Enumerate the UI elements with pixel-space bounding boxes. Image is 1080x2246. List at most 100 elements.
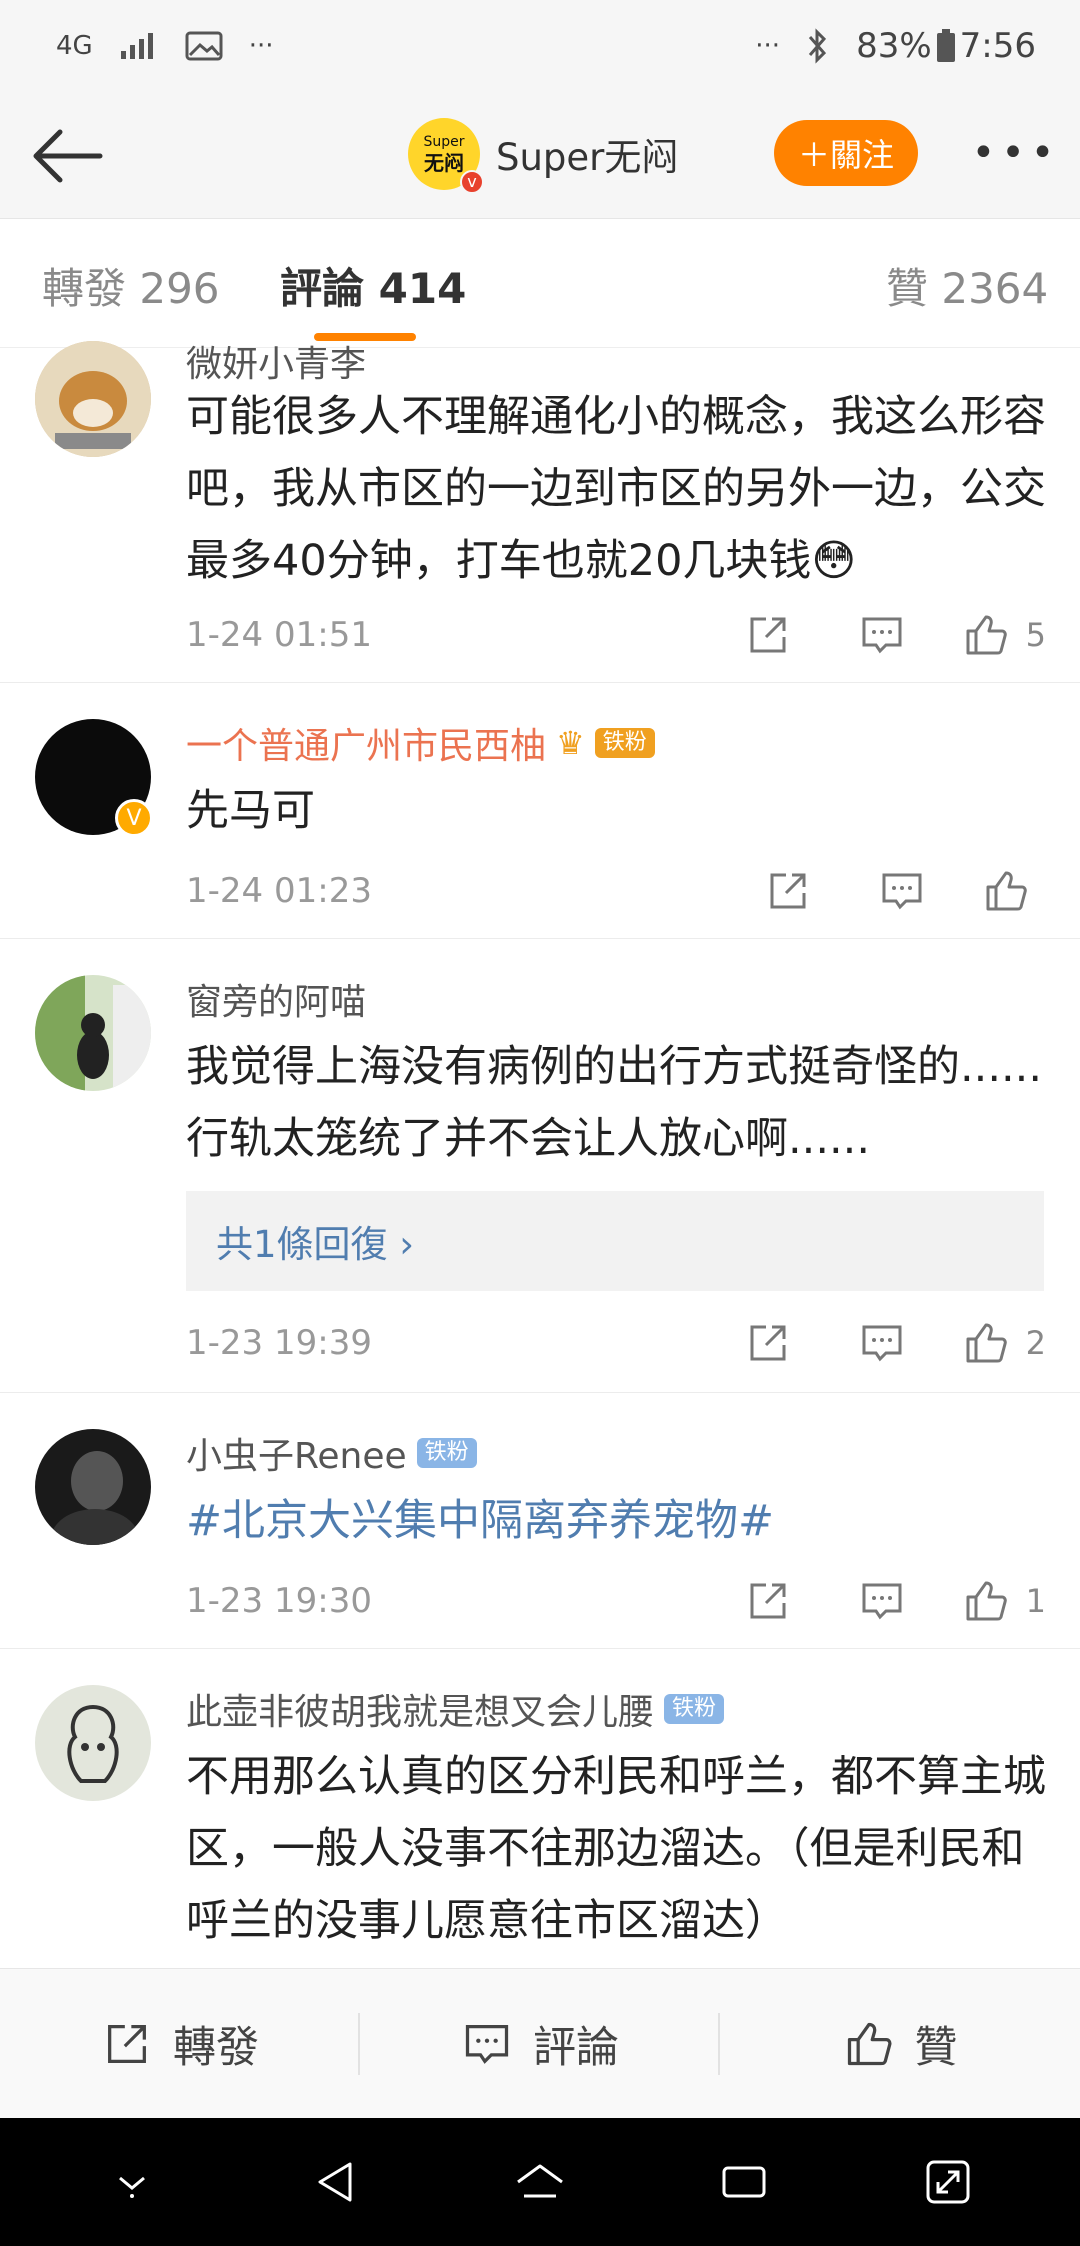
tab-comments[interactable]: 評論 414	[280, 255, 466, 316]
chevron-down-icon[interactable]	[102, 2152, 162, 2212]
username[interactable]: 窗旁的阿喵	[186, 973, 366, 1025]
share-icon	[750, 1325, 786, 1361]
nav-back-icon[interactable]	[306, 2152, 366, 2212]
thumbs-up-icon	[966, 615, 1007, 655]
comment-item: V 一个普通广州市民西柚 ♛ 铁粉 先马可 1-24 01:23	[0, 683, 1080, 939]
more-notifications-icon: ···	[248, 31, 274, 61]
clock: 7:56	[959, 26, 1036, 66]
signal-icon	[120, 33, 153, 59]
comment-item: 微妍小青李 可能很多人不理解通化小的概念，我这么形容吧，我从市区的一边到市区的另…	[0, 341, 1080, 683]
share-icon	[750, 1583, 786, 1619]
avatar[interactable]	[35, 1685, 151, 1801]
fan-badge: 铁粉	[416, 1438, 477, 1468]
repost-comment-button[interactable]	[744, 1313, 792, 1373]
comment-time: 1-23 19:39	[186, 1323, 372, 1363]
comment-button[interactable]: 評論	[360, 1969, 720, 2118]
like-comment-button[interactable]: 5	[962, 605, 1046, 665]
system-navigation-bar	[0, 2118, 1080, 2246]
username[interactable]: 小虫子Renee 铁粉	[186, 1427, 477, 1479]
comment-time: 1-24 01:23	[186, 871, 372, 911]
verified-icon: V	[115, 799, 153, 837]
avatar[interactable]	[35, 341, 151, 457]
comment-icon	[862, 617, 902, 654]
repost-comment-button[interactable]	[744, 1571, 792, 1631]
repost-label: 轉發	[173, 2022, 259, 2073]
repost-comment-button[interactable]	[764, 861, 812, 921]
comment-item: 小虫子Renee 铁粉 #北京大兴集中隔离弃养宠物# 1-23 19:30 1	[0, 1393, 1080, 1649]
gallery-icon	[185, 31, 223, 61]
comment-actions: 5	[744, 605, 1046, 665]
more-status-icon: ···	[755, 31, 781, 61]
like-count: 2	[1025, 1324, 1046, 1362]
comment-meta: 1-23 19:30 1	[186, 1571, 1046, 1631]
account-name: Super无闷	[496, 136, 679, 179]
tab-likes[interactable]: 贊 2364	[886, 255, 1048, 316]
reply-summary-link[interactable]: 共1條回復 ›	[186, 1191, 1044, 1291]
username[interactable]: 一个普通广州市民西柚 ♛ 铁粉	[186, 717, 655, 769]
expand-icon[interactable]	[918, 2152, 978, 2212]
comment-text: 可能很多人不理解通化小的概念，我这么形容吧，我从市区的一边到市区的另外一边，公交…	[186, 392, 1046, 586]
repost-comment-button[interactable]	[744, 605, 792, 665]
avatar[interactable]	[35, 1429, 151, 1545]
comment-item: 此壶非彼胡我就是想叉会儿腰 铁粉 不用那么认真的区分利民和呼兰，都不算主城区，一…	[0, 1649, 1080, 1968]
share-icon	[108, 2024, 146, 2063]
username[interactable]: 此壶非彼胡我就是想叉会儿腰 铁粉	[186, 1683, 725, 1735]
thumbs-up-icon	[986, 871, 1027, 911]
like-button[interactable]: 贊	[720, 1969, 1080, 2118]
comment-meta: 1-24 01:51 5	[186, 605, 1046, 665]
comment-label: 評論	[533, 2022, 619, 2073]
thumbs-up-icon	[847, 2022, 891, 2065]
comment-text: 不用那么认真的区分利民和呼兰，都不算主城区，一般人没事不往那边溜达。（但是利民和…	[186, 1752, 1046, 1946]
like-label: 贊	[914, 2022, 958, 2073]
fan-badge: 铁粉	[594, 728, 655, 758]
avatar[interactable]	[35, 975, 151, 1091]
battery-percent: 83%	[856, 26, 932, 66]
share-icon	[770, 873, 806, 909]
back-arrow-icon[interactable]	[30, 118, 106, 194]
crown-icon: ♛	[556, 724, 585, 762]
comment-actions: 1	[744, 1571, 1046, 1631]
repost-button[interactable]: 轉發	[0, 1969, 360, 2118]
reply-comment-button[interactable]	[858, 605, 906, 665]
comment-icon	[882, 873, 922, 910]
battery-icon	[936, 29, 955, 62]
fan-badge: 铁粉	[664, 1694, 725, 1724]
hashtag-link[interactable]: #北京大兴集中隔离弃养宠物#	[186, 1496, 774, 1546]
comment-item: 窗旁的阿喵 我觉得上海没有病例的出行方式挺奇怪的......行轨太笼统了并不会让…	[0, 939, 1080, 1393]
nav-recents-icon[interactable]	[714, 2152, 774, 2212]
like-comment-button[interactable]: 2	[962, 1313, 1046, 1373]
bottom-action-bar: 轉發 評論 贊	[0, 1968, 1080, 2118]
reply-comment-button[interactable]	[878, 861, 926, 921]
username[interactable]: 微妍小青李	[186, 335, 366, 387]
bluetooth-icon	[808, 28, 827, 64]
comment-meta: 1-24 01:23	[186, 861, 1046, 921]
like-count: 5	[1025, 616, 1046, 654]
account-avatar[interactable]: Super 无闷 v	[408, 118, 484, 194]
network-indicator: 4G	[56, 31, 93, 61]
verified-icon: v	[460, 170, 484, 194]
comment-actions	[764, 861, 1046, 921]
nav-home-icon[interactable]	[510, 2152, 570, 2212]
thumbs-up-icon	[966, 1581, 1007, 1621]
reply-comment-button[interactable]	[858, 1571, 906, 1631]
comment-text: #北京大兴集中隔离弃养宠物#	[186, 1485, 1046, 1557]
comment-icon	[862, 1325, 902, 1362]
comment-text: 先马可	[186, 786, 315, 836]
comment-text: 我觉得上海没有病例的出行方式挺奇怪的......行轨太笼统了并不会让人放心啊..…	[186, 1042, 1043, 1164]
account-title[interactable]: Super 无闷 v Super无闷	[408, 118, 679, 194]
more-options-icon[interactable]: •••	[972, 128, 1056, 178]
top-app-bar: Super 无闷 v Super无闷 ＋關注 •••	[0, 92, 1080, 218]
share-icon	[750, 617, 786, 653]
like-comment-button[interactable]: 1	[962, 1571, 1046, 1631]
like-count: 1	[1025, 1582, 1046, 1620]
comment-actions: 2	[744, 1313, 1046, 1373]
comment-time: 1-23 19:30	[186, 1581, 372, 1621]
avatar[interactable]: V	[35, 719, 153, 837]
like-comment-button[interactable]	[982, 861, 1046, 921]
reply-comment-button[interactable]	[858, 1313, 906, 1373]
tab-reposts[interactable]: 轉發 296	[42, 255, 220, 316]
post-tabs: 轉發 296 評論 414 贊 2364	[0, 218, 1080, 348]
thumbs-up-icon	[966, 1323, 1007, 1363]
comment-time: 1-24 01:51	[186, 615, 372, 655]
follow-button[interactable]: ＋關注	[774, 120, 918, 186]
